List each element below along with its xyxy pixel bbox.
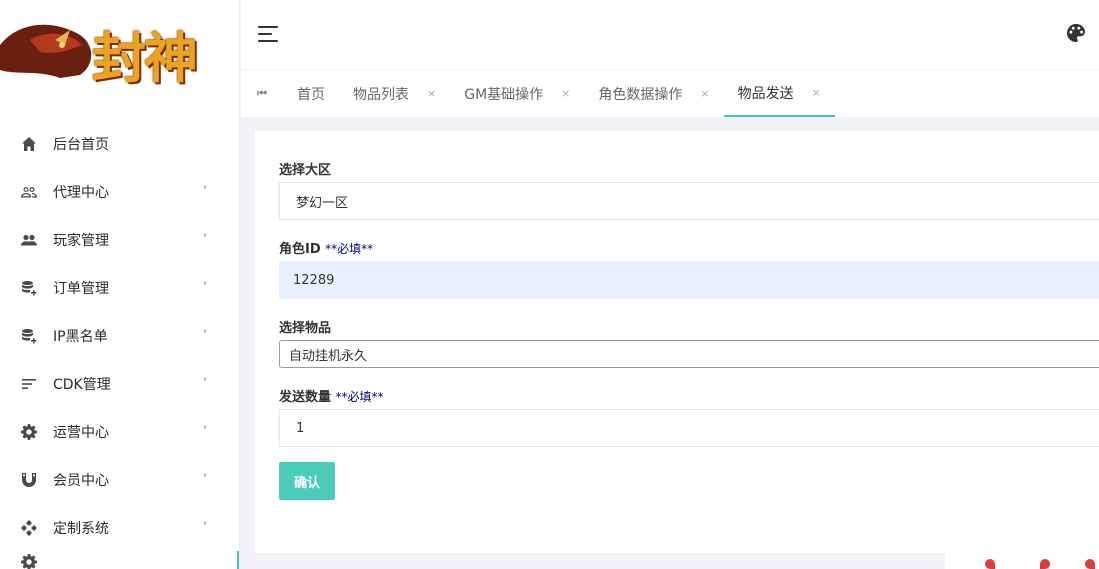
database-plus-icon: [20, 279, 38, 297]
chevron-right-icon: ›: [203, 374, 207, 385]
required-hint: **必填**: [335, 390, 384, 404]
game-logo: 封神: [0, 0, 239, 110]
tab-scroll-left-icon[interactable]: ⏮: [241, 87, 283, 101]
tab-gm-basic[interactable]: GM基础操作 ×: [450, 70, 584, 117]
item-select[interactable]: 自动挂机永久: [279, 340, 1099, 368]
tab-role-data[interactable]: 角色数据操作 ×: [584, 70, 723, 117]
sidebar: 封神 后台首页 代理中心 › 玩家管理 › 订单管理 › IP黑名单 › CDK…: [0, 0, 240, 569]
tab-label: 物品发送: [737, 85, 794, 102]
decorative-corner: [945, 553, 1099, 569]
item-send-form: 选择大区 梦幻一区 角色ID **必填** 12289 选择物品 自动挂机永久 …: [255, 131, 1099, 553]
confirm-button[interactable]: 确认: [279, 462, 335, 500]
quantity-input[interactable]: 1: [279, 409, 1099, 447]
quantity-label: 发送数量 **必填**: [279, 390, 384, 405]
sidebar-item-label: CDK管理: [53, 377, 111, 393]
sidebar-item-label: 玩家管理: [53, 233, 109, 249]
sidebar-item-dashboard[interactable]: 后台首页: [0, 120, 239, 168]
palette-icon[interactable]: [1067, 24, 1087, 44]
item-label: 选择物品: [279, 321, 332, 336]
tab-label: 首页: [297, 86, 325, 103]
chevron-right-icon: ›: [203, 230, 207, 241]
sidebar-item-players[interactable]: 玩家管理 ›: [0, 216, 239, 264]
database-plus-icon: [20, 327, 38, 345]
chevron-right-icon: ›: [203, 518, 207, 529]
tab-item-list[interactable]: 物品列表 ×: [339, 70, 450, 117]
close-icon[interactable]: ×: [561, 87, 570, 100]
chevron-right-icon: ›: [203, 182, 207, 193]
menu-toggle-icon[interactable]: [258, 26, 278, 42]
sidebar-item-label: 代理中心: [53, 185, 109, 201]
close-icon[interactable]: ×: [700, 87, 709, 100]
gear-icon: [20, 423, 38, 441]
tab-bar: ⏮ 首页 物品列表 × GM基础操作 × 角色数据操作 × 物品发送 ×: [241, 70, 1099, 117]
home-icon: [20, 135, 38, 153]
diamond-icon: [20, 519, 38, 537]
role-id-input[interactable]: 12289: [279, 261, 1099, 299]
chevron-right-icon: ›: [203, 278, 207, 289]
required-hint: **必填**: [325, 242, 374, 256]
close-icon[interactable]: ×: [427, 87, 436, 100]
sidebar-item-label: 定制系统: [53, 521, 109, 537]
sidebar-item-label: IP黑名单: [53, 329, 108, 345]
sidebar-item-label: 后台首页: [53, 137, 109, 153]
top-header: [241, 0, 1099, 70]
tab-item-send[interactable]: 物品发送 ×: [723, 70, 835, 117]
close-icon[interactable]: ×: [812, 86, 821, 99]
chevron-right-icon: ›: [203, 326, 207, 337]
magnet-icon: [20, 471, 38, 489]
role-id-label: 角色ID **必填**: [279, 242, 374, 257]
sidebar-item-label: 会员中心: [53, 473, 109, 489]
sidebar-item-ip-blacklist[interactable]: IP黑名单 ›: [0, 312, 239, 360]
sidebar-item-label: 运营中心: [53, 425, 109, 441]
tab-label: GM基础操作: [464, 86, 544, 103]
list-icon: [20, 375, 38, 393]
sidebar-item-custom[interactable]: 定制系统 ›: [0, 504, 239, 552]
users-outline-icon: [20, 183, 38, 201]
sidebar-item-partial[interactable]: [0, 552, 239, 569]
chevron-right-icon: ›: [203, 470, 207, 481]
sidebar-item-orders[interactable]: 订单管理 ›: [0, 264, 239, 312]
sidebar-item-label: 订单管理: [53, 281, 109, 297]
tab-label: 物品列表: [353, 86, 409, 103]
tab-home[interactable]: 首页: [283, 70, 339, 117]
region-label: 选择大区: [279, 163, 332, 178]
gear-icon: [20, 553, 38, 569]
sidebar-item-members[interactable]: 会员中心 ›: [0, 456, 239, 504]
region-select[interactable]: 梦幻一区: [279, 182, 1099, 220]
active-indicator: [237, 551, 239, 569]
chevron-right-icon: ›: [203, 422, 207, 433]
sidebar-item-cdk[interactable]: CDK管理 ›: [0, 360, 239, 408]
sidebar-item-operations[interactable]: 运营中心 ›: [0, 408, 239, 456]
users-icon: [20, 231, 38, 249]
sidebar-item-agents[interactable]: 代理中心 ›: [0, 168, 239, 216]
sidebar-menu: 后台首页 代理中心 › 玩家管理 › 订单管理 › IP黑名单 › CDK管理 …: [0, 120, 239, 569]
tab-label: 角色数据操作: [598, 86, 683, 103]
logo-text: 封神: [92, 26, 198, 90]
